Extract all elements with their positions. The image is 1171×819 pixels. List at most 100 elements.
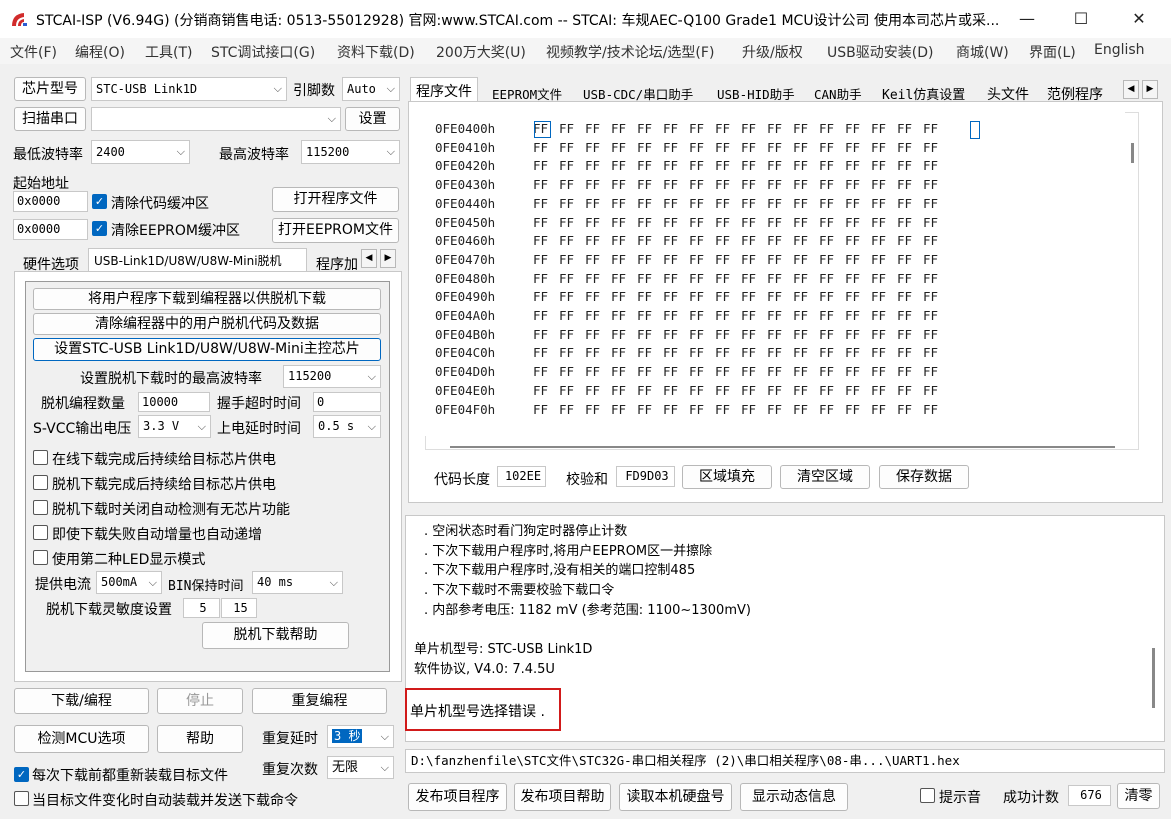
hex-byte[interactable]: FF — [715, 271, 741, 286]
hex-byte[interactable]: FF — [559, 140, 585, 155]
hex-byte[interactable]: FF — [663, 327, 689, 342]
pins-select[interactable]: Auto ⌵ — [342, 77, 400, 101]
hex-byte[interactable]: FF — [585, 308, 611, 323]
hex-byte[interactable]: FF — [715, 177, 741, 192]
hex-byte[interactable]: FF — [871, 140, 897, 155]
port-select[interactable]: ⌵ — [91, 107, 341, 131]
hex-byte[interactable]: FF — [559, 308, 585, 323]
hex-byte[interactable]: FF — [611, 327, 637, 342]
hex-byte[interactable]: FF — [871, 158, 897, 173]
hex-byte[interactable]: FF — [585, 345, 611, 360]
clear-count-button[interactable]: 清零 — [1117, 783, 1160, 809]
hex-byte[interactable]: FF — [845, 308, 871, 323]
hex-byte[interactable]: FF — [715, 364, 741, 379]
offline-help-button[interactable]: 脱机下载帮助 — [202, 622, 349, 649]
hex-row[interactable]: 0FE0450h FF FF FF FF FF FF FF FF FF FF FF FF FF FF FF FF — [435, 215, 949, 230]
hex-byte[interactable]: FF — [689, 345, 715, 360]
hex-byte[interactable]: FF — [663, 271, 689, 286]
download-program-button[interactable]: 下载/编程 — [14, 688, 149, 714]
hex-byte[interactable]: FF — [585, 252, 611, 267]
hex-row[interactable]: 0FE04F0h FF FF FF FF FF FF FF FF FF FF FF FF FF FF FF FF — [435, 402, 949, 417]
menu-debug-interface[interactable]: STC调试接口(G) — [211, 42, 315, 62]
hex-byte[interactable]: FF — [585, 364, 611, 379]
hex-byte[interactable]: FF — [741, 177, 767, 192]
hex-byte[interactable]: FF — [871, 402, 897, 417]
hex-byte[interactable]: FF — [689, 177, 715, 192]
program-count-input[interactable]: 10000 — [138, 392, 210, 412]
download-to-programmer-button[interactable]: 将用户程序下载到编程器以供脱机下载 — [33, 288, 381, 310]
hex-byte[interactable]: FF — [897, 402, 923, 417]
hex-byte[interactable]: FF — [923, 158, 949, 173]
open-eeprom-file-button[interactable]: 打开EEPROM文件 — [272, 218, 399, 243]
hex-byte[interactable]: FF — [637, 121, 663, 136]
hex-byte[interactable]: FF — [559, 215, 585, 230]
hex-byte[interactable]: FF — [559, 158, 585, 173]
hex-byte[interactable]: FF — [793, 196, 819, 211]
hex-byte[interactable]: FF — [767, 327, 793, 342]
area-fill-button[interactable]: 区域填充 — [682, 465, 772, 489]
hex-byte[interactable]: FF — [689, 271, 715, 286]
hex-byte[interactable]: FF — [533, 364, 559, 379]
tab-usb-link-offline[interactable]: USB-Link1D/U8W/U8W-Mini脱机 — [88, 248, 307, 272]
hex-grid[interactable]: 0FE0400h FF FF FF FF FF FF FF FF FF FF FF FF FF FF FF FF… — [425, 112, 1125, 436]
hex-byte[interactable]: FF — [715, 121, 741, 136]
hex-byte[interactable]: FF — [793, 121, 819, 136]
hex-byte[interactable]: FF — [637, 252, 663, 267]
hex-byte[interactable]: FF — [533, 196, 559, 211]
hex-byte[interactable]: FF — [819, 177, 845, 192]
hex-byte[interactable]: FF — [689, 308, 715, 323]
hex-byte[interactable]: FF — [663, 121, 689, 136]
hex-byte[interactable]: FF — [923, 289, 949, 304]
hex-byte[interactable]: FF — [819, 158, 845, 173]
hex-byte[interactable]: FF — [741, 158, 767, 173]
hex-byte[interactable]: FF — [637, 271, 663, 286]
show-dynamic-info-button[interactable]: 显示动态信息 — [740, 783, 848, 811]
read-disk-id-button[interactable]: 读取本机硬盘号 — [619, 783, 732, 811]
hex-byte[interactable]: FF — [819, 308, 845, 323]
hex-byte[interactable]: FF — [689, 252, 715, 267]
hex-byte[interactable]: FF — [715, 140, 741, 155]
hex-byte[interactable]: FF — [845, 252, 871, 267]
hex-byte[interactable]: FF — [559, 383, 585, 398]
hex-byte[interactable]: FF — [819, 271, 845, 286]
hex-byte[interactable]: FF — [559, 327, 585, 342]
hex-byte[interactable]: FF — [663, 289, 689, 304]
hex-byte[interactable]: FF — [611, 364, 637, 379]
hex-byte[interactable]: FF — [689, 327, 715, 342]
hex-byte[interactable]: FF — [585, 327, 611, 342]
hex-byte[interactable]: FF — [923, 308, 949, 323]
hex-byte[interactable]: FF — [897, 196, 923, 211]
hex-byte[interactable]: FF — [559, 196, 585, 211]
hex-byte[interactable]: FF — [741, 364, 767, 379]
hex-byte[interactable]: FF — [637, 308, 663, 323]
menu-prize[interactable]: 200万大奖(U) — [436, 42, 526, 62]
hex-byte[interactable]: FF — [923, 383, 949, 398]
hex-byte[interactable]: FF — [741, 233, 767, 248]
hex-byte[interactable]: FF — [663, 402, 689, 417]
hex-byte[interactable]: FF — [533, 271, 559, 286]
hex-byte[interactable]: FF — [585, 289, 611, 304]
hex-byte[interactable]: FF — [637, 233, 663, 248]
hex-row[interactable]: 0FE0400h FF FF FF FF FF FF FF FF FF FF FF FF FF FF FF FF — [435, 121, 949, 136]
settings-button[interactable]: 设置 — [345, 107, 400, 131]
menu-downloads[interactable]: 资料下载(D) — [337, 42, 415, 62]
hex-byte[interactable]: FF — [559, 252, 585, 267]
hex-byte[interactable]: FF — [819, 383, 845, 398]
chip-type-select[interactable]: STC-USB Link1D ⌵ — [91, 77, 287, 101]
keep-power-offline-checkbox[interactable] — [33, 475, 48, 490]
hex-vertical-scrollbar[interactable] — [1131, 143, 1134, 163]
tab-scroll-left-icon[interactable]: ◀ — [361, 249, 377, 268]
chip-type-button[interactable]: 芯片型号 — [14, 77, 86, 101]
keep-power-online-checkbox[interactable] — [33, 450, 48, 465]
hex-byte[interactable]: FF — [767, 271, 793, 286]
hex-byte[interactable]: FF — [689, 383, 715, 398]
hex-byte[interactable]: FF — [897, 271, 923, 286]
hex-byte[interactable]: FF — [715, 252, 741, 267]
hex-byte[interactable]: FF — [559, 364, 585, 379]
hex-byte[interactable]: FF — [845, 383, 871, 398]
hex-byte[interactable]: FF — [663, 215, 689, 230]
hex-byte[interactable]: FF — [585, 158, 611, 173]
hex-byte[interactable]: FF — [559, 345, 585, 360]
hex-byte[interactable]: FF — [845, 140, 871, 155]
hex-row[interactable]: 0FE0440h FF FF FF FF FF FF FF FF FF FF FF FF FF FF FF FF — [435, 196, 949, 211]
